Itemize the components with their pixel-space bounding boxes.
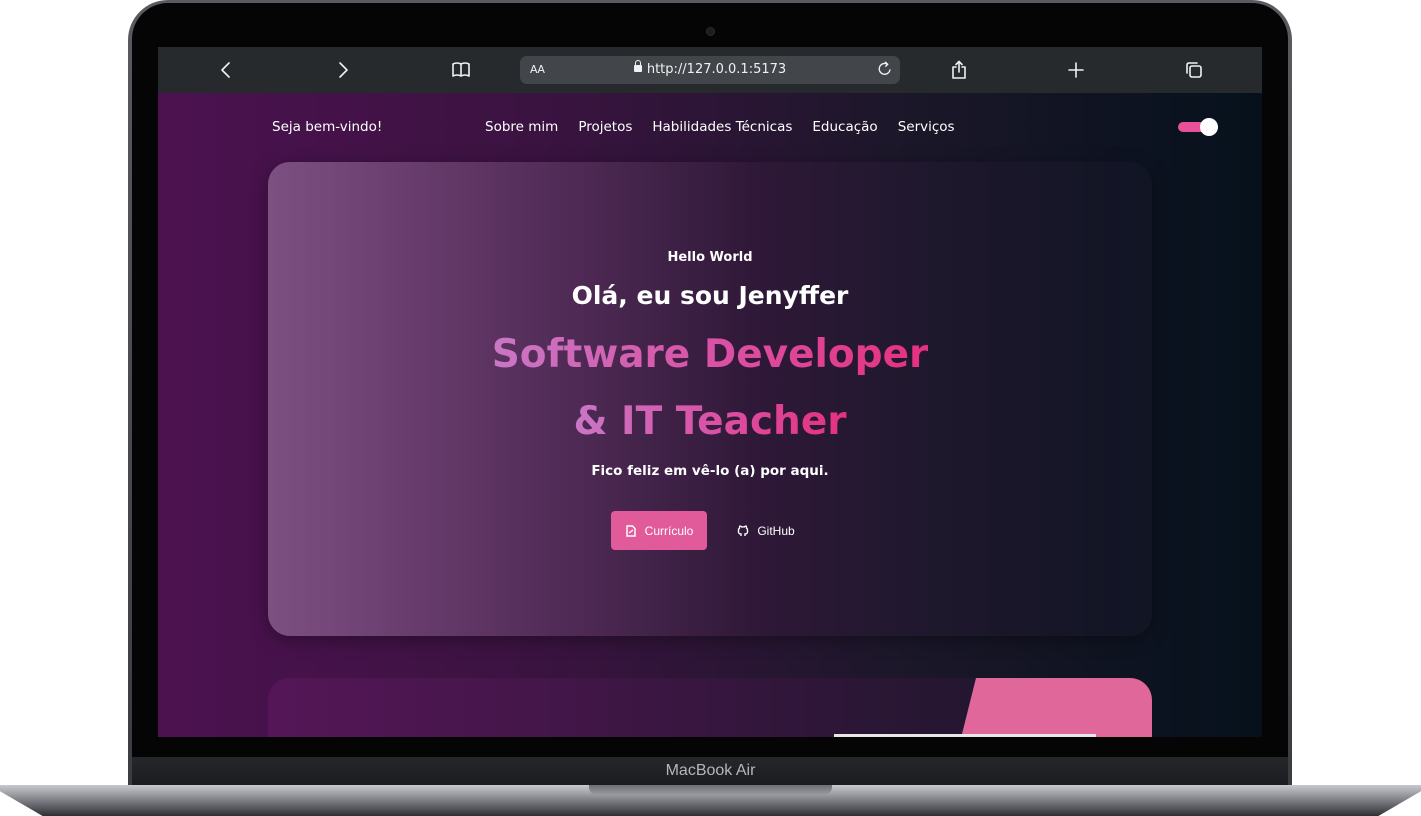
device-label: MacBook Air	[665, 762, 756, 779]
lock-icon	[633, 60, 642, 72]
hero-role-line2: & IT Teacher	[573, 399, 847, 444]
nav-link-servicos[interactable]: Serviços	[898, 119, 955, 135]
hero-card: Hello World Olá, eu sou Jenyffer Softwar…	[268, 162, 1152, 636]
about-card-divider	[834, 734, 1096, 737]
github-button-label: GitHub	[757, 523, 795, 538]
nav-link-projetos[interactable]: Projetos	[578, 119, 632, 135]
nav-link-habilidades[interactable]: Habilidades Técnicas	[652, 119, 792, 135]
laptop-notch	[589, 785, 832, 795]
curriculo-button-label: Currículo	[644, 523, 694, 538]
pdf-file-icon	[625, 524, 636, 537]
reload-icon[interactable]	[876, 60, 894, 83]
camera-icon	[706, 27, 715, 36]
hero-subtitle: Fico feliz em vê-lo (a) por aqui.	[591, 463, 829, 479]
web-page: Seja bem-vindo! Sobre mim Projetos Habil…	[158, 93, 1262, 737]
nav-link-educacao[interactable]: Educação	[812, 119, 877, 135]
plus-icon[interactable]	[1064, 58, 1088, 82]
book-icon[interactable]	[449, 58, 473, 82]
chevron-right-icon[interactable]	[331, 58, 355, 82]
tabs-icon[interactable]	[1182, 58, 1206, 82]
github-button[interactable]: GitHub	[730, 511, 802, 550]
screen: AA http://127.0.0.1:5173 Seja bem-vindo!…	[158, 47, 1262, 737]
hero-role-line1: Software Developer	[491, 332, 929, 377]
url-text: http://127.0.0.1:5173	[646, 62, 787, 77]
toggle-knob	[1200, 118, 1218, 136]
address-bar[interactable]: AA http://127.0.0.1:5173	[520, 56, 900, 84]
hero-title: Olá, eu sou Jenyffer	[571, 281, 849, 310]
hero-kicker: Hello World	[667, 250, 753, 265]
share-icon[interactable]	[947, 58, 971, 82]
nav-link-sobre-mim[interactable]: Sobre mim	[485, 119, 558, 135]
browser-toolbar: AA http://127.0.0.1:5173	[158, 47, 1262, 93]
chevron-left-icon[interactable]	[214, 58, 238, 82]
nav-brand[interactable]: Seja bem-vindo!	[272, 119, 382, 135]
about-card-accent	[956, 678, 1152, 737]
about-card	[268, 678, 1152, 737]
github-icon	[738, 524, 749, 536]
curriculo-button[interactable]: Currículo	[611, 511, 707, 550]
theme-toggle[interactable]	[1178, 118, 1218, 136]
nav-links: Sobre mim Projetos Habilidades Técnicas …	[485, 119, 975, 135]
